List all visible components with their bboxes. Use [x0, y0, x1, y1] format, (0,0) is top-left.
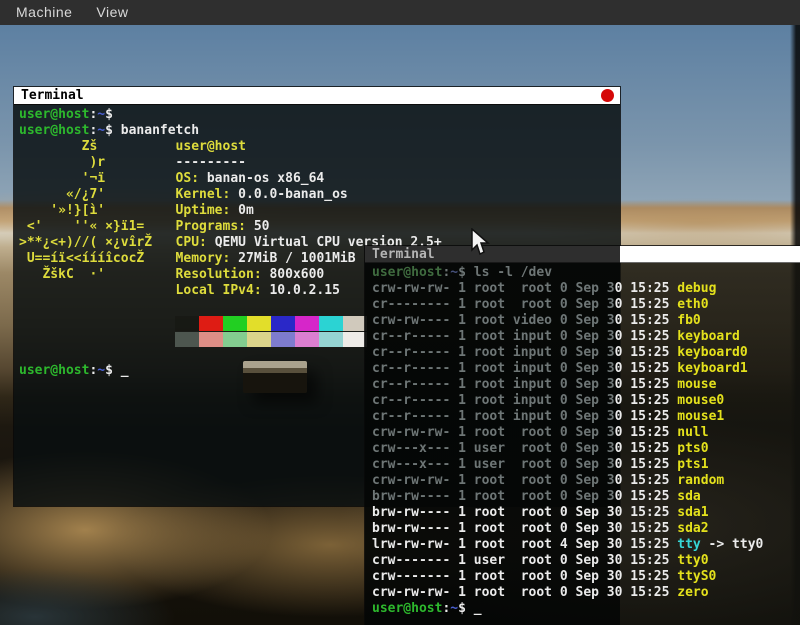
- terminal-line: <' ''« ×}ï1= Programs: 50: [19, 219, 620, 235]
- ls-row-keyboard0: cr--r----- 1 root input 0 Sep 30 15:25 k…: [372, 345, 800, 361]
- palette-block: [295, 332, 319, 347]
- ls-row-eth0: cr-------- 1 root root 0 Sep 30 15:25 et…: [372, 297, 800, 313]
- ls-row-tty: lrw-rw-rw- 1 root root 4 Sep 30 15:25 tt…: [372, 537, 800, 553]
- palette-block: [199, 332, 223, 347]
- palette-block: [271, 332, 295, 347]
- palette-block: [175, 332, 199, 347]
- terminal2-window: Terminal user@host:~$ ls -l /devcrw-rw-r…: [365, 246, 800, 625]
- terminal2-body[interactable]: user@host:~$ ls -l /devcrw-rw-rw- 1 root…: [365, 263, 800, 625]
- truck-in-wallpaper: [243, 361, 307, 393]
- ls-row-pts0: crw---x--- 1 user root 0 Sep 30 15:25 pt…: [372, 441, 800, 457]
- menu-item-machine[interactable]: Machine: [4, 0, 84, 25]
- ls-row-mouse1: cr--r----- 1 root input 0 Sep 30 15:25 m…: [372, 409, 800, 425]
- palette-block: [343, 316, 367, 331]
- palette-block: [295, 316, 319, 331]
- ls-row-sda2: brw-rw---- 1 root root 0 Sep 30 15:25 sd…: [372, 521, 800, 537]
- ls-row-sda1: brw-rw---- 1 root root 0 Sep 30 15:25 sd…: [372, 505, 800, 521]
- ls-row-sda: brw-rw---- 1 root root 0 Sep 30 15:25 sd…: [372, 489, 800, 505]
- ls-row-keyboard: cr--r----- 1 root input 0 Sep 30 15:25 k…: [372, 329, 800, 345]
- palette-block: [223, 332, 247, 347]
- terminal1-titlebar[interactable]: Terminal: [14, 87, 620, 105]
- ls-row-pts1: crw---x--- 1 user root 0 Sep 30 15:25 pt…: [372, 457, 800, 473]
- ls-row-tty0: crw------- 1 user root 0 Sep 30 15:25 tt…: [372, 553, 800, 569]
- palette-block: [319, 332, 343, 347]
- palette-block: [319, 316, 343, 331]
- mouse-cursor-icon: [471, 228, 493, 258]
- ls-row-keyboard1: cr--r----- 1 root input 0 Sep 30 15:25 k…: [372, 361, 800, 377]
- terminal-line: )r ---------: [19, 155, 620, 171]
- ls-row-mouse: cr--r----- 1 root input 0 Sep 30 15:25 m…: [372, 377, 800, 393]
- palette-block: [247, 316, 271, 331]
- terminal2-titlebar[interactable]: Terminal: [365, 246, 800, 263]
- palette-block: [271, 316, 295, 331]
- terminal-line: Zš user@host: [19, 139, 620, 155]
- ls-row-null: crw-rw-rw- 1 root root 0 Sep 30 15:25 nu…: [372, 425, 800, 441]
- terminal2-title: Terminal: [372, 247, 435, 262]
- ls-row-random: crw-rw-rw- 1 root root 0 Sep 30 15:25 ra…: [372, 473, 800, 489]
- palette-block: [199, 316, 223, 331]
- palette-block: [223, 316, 247, 331]
- palette-block: [175, 316, 199, 331]
- terminal-line: '»!}[ì' Uptime: 0m: [19, 203, 620, 219]
- ls-row-ttyS0: crw------- 1 root root 0 Sep 30 15:25 tt…: [372, 569, 800, 585]
- vm-menubar: MachineView: [0, 0, 800, 25]
- ls-row-zero: crw-rw-rw- 1 root root 0 Sep 30 15:25 ze…: [372, 585, 800, 601]
- menu-item-view[interactable]: View: [84, 0, 140, 25]
- palette-block: [247, 332, 271, 347]
- terminal1-title: Terminal: [21, 88, 84, 103]
- terminal-line: user@host:~$ _: [372, 601, 800, 617]
- terminal-line: «/¿7' Kernel: 0.0.0-banan_os: [19, 187, 620, 203]
- vm-screen: MachineView Terminal user@host:~$user@ho…: [0, 0, 800, 625]
- terminal-line: '¬ï OS: banan-os x86_64: [19, 171, 620, 187]
- ls-row-fb0: crw-rw---- 1 root video 0 Sep 30 15:25 f…: [372, 313, 800, 329]
- ls-row-mouse0: cr--r----- 1 root input 0 Sep 30 15:25 m…: [372, 393, 800, 409]
- terminal-line: user@host:~$ ls -l /dev: [372, 265, 800, 281]
- palette-block: [343, 332, 367, 347]
- terminal-line: user@host:~$: [19, 107, 620, 123]
- desktop: Terminal user@host:~$user@host:~$ bananf…: [0, 25, 800, 625]
- ls-row-debug: crw-rw-rw- 1 root root 0 Sep 30 15:25 de…: [372, 281, 800, 297]
- close-button[interactable]: [601, 89, 614, 102]
- terminal-line: user@host:~$ bananfetch: [19, 123, 620, 139]
